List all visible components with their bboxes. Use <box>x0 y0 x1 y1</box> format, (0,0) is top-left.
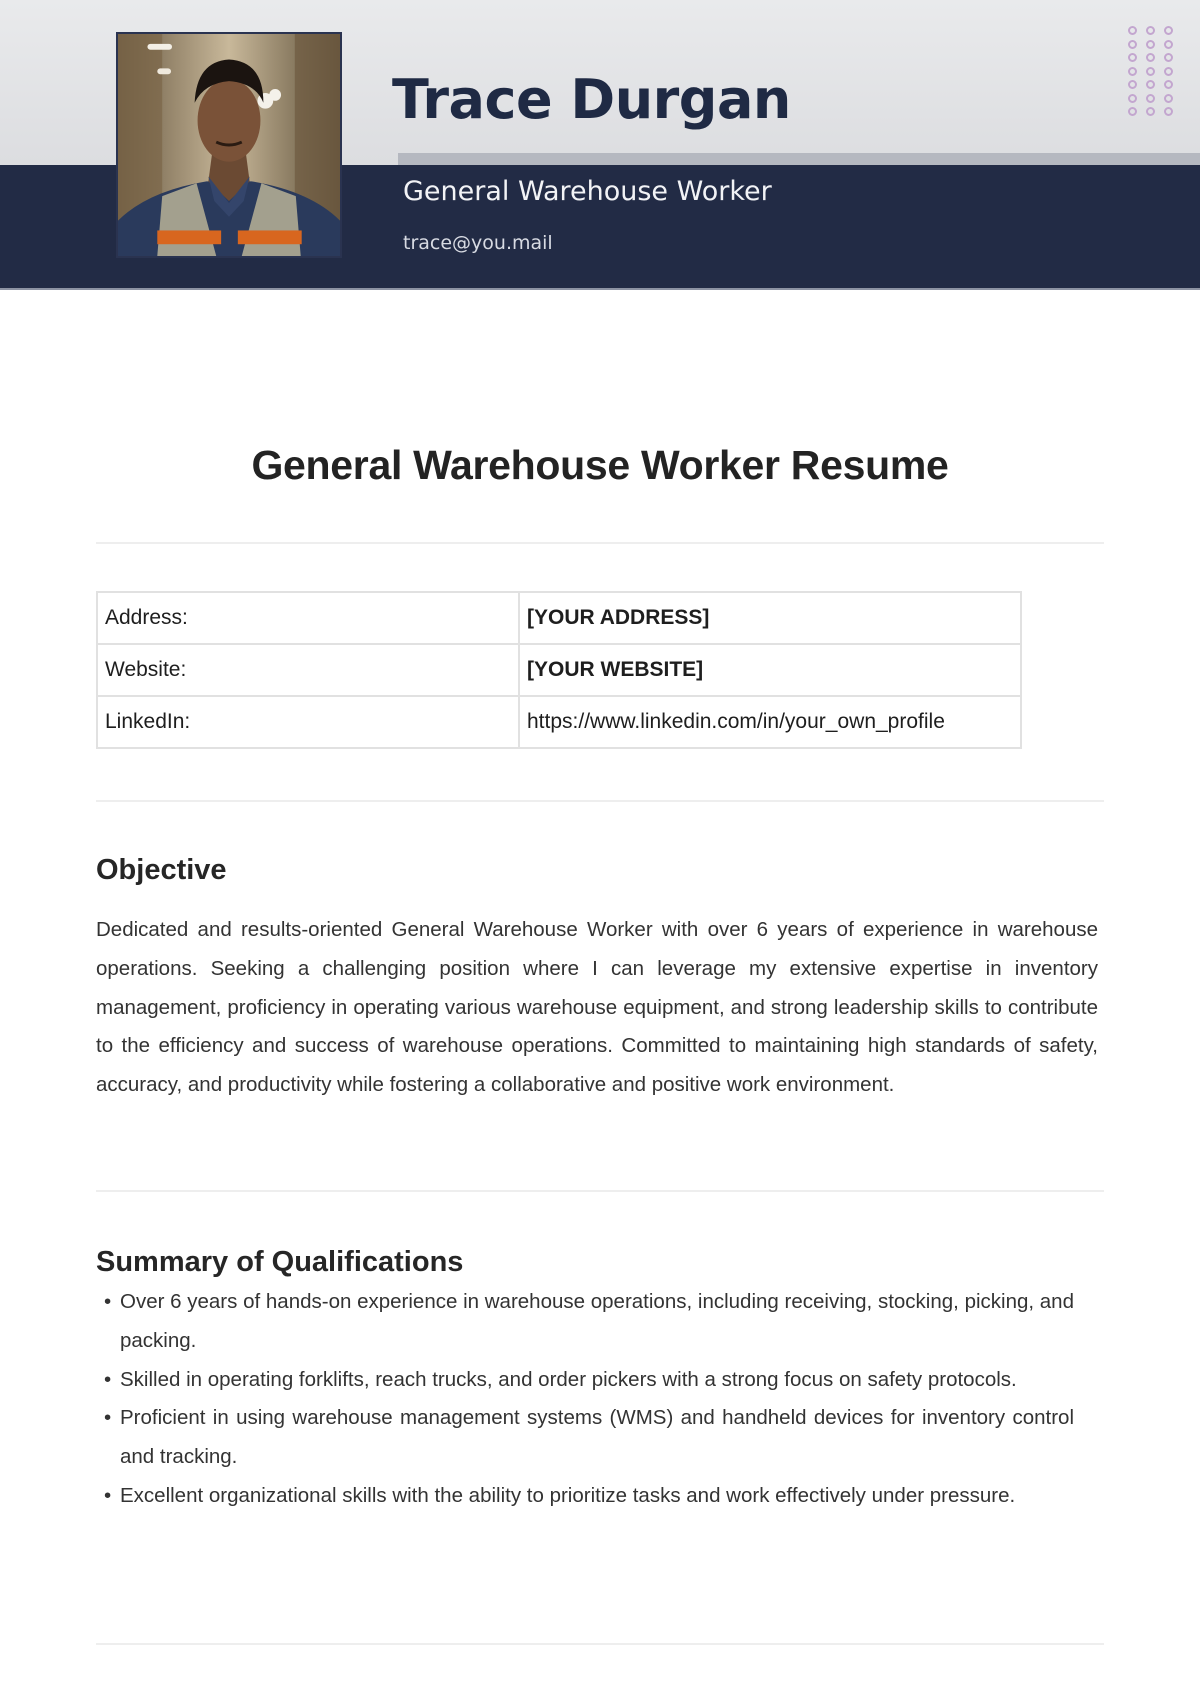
pattern-dot <box>1164 93 1173 103</box>
objective-text: Dedicated and results-oriented General W… <box>96 918 1098 1097</box>
list-item: • Skilled in operating forklifts, reach t… <box>96 1361 1074 1400</box>
objective-heading: Objective <box>96 854 227 886</box>
pattern-dot <box>1128 80 1137 89</box>
table-row: Address: [YOUR ADDRESS] <box>96 591 1022 645</box>
pattern-dot <box>1128 107 1137 116</box>
document-title: General Warehouse Worker Resume <box>251 442 949 488</box>
contact-value-linkedin[interactable]: https://www.linkedin.com/in/your_own_pro… <box>518 695 1022 749</box>
contact-label-address: Address: <box>96 591 520 645</box>
pattern-dot <box>1146 39 1155 49</box>
bullet-icon: • <box>104 1406 112 1430</box>
contact-label-website: Website: <box>96 643 520 697</box>
pattern-dot <box>1128 53 1137 62</box>
divider <box>96 1643 1104 1645</box>
list-item-text: Excellent organizational skills with the… <box>120 1483 1016 1507</box>
contact-value-website: [YOUR WEBSITE] <box>518 643 1022 697</box>
decorative-dot-pattern <box>1128 26 1178 116</box>
candidate-role: General Warehouse Worker <box>403 176 772 207</box>
pattern-dot <box>1128 39 1137 49</box>
contact-label-linkedin: LinkedIn: <box>96 695 520 749</box>
pattern-dot <box>1146 107 1155 116</box>
divider <box>96 542 1104 544</box>
divider <box>96 1190 1104 1192</box>
contact-value-address: [YOUR ADDRESS] <box>518 591 1022 645</box>
list-item: • Over 6 years of hands-on experience in … <box>96 1283 1074 1361</box>
table-row: Website: [YOUR WEBSITE] <box>96 643 1022 697</box>
list-item-text: Skilled in operating forklifts, reach tr… <box>120 1367 1017 1391</box>
pattern-dot <box>1128 66 1137 76</box>
bullet-icon: • <box>104 1483 112 1507</box>
candidate-name: Trace Durgan <box>392 68 791 131</box>
list-item-text: Proficient in using warehouse management… <box>120 1406 1074 1469</box>
pattern-dot <box>1164 26 1173 35</box>
header-accent-strip <box>398 153 1200 165</box>
profile-photo-illustration <box>118 34 340 256</box>
pattern-dot <box>1164 80 1173 89</box>
divider <box>96 800 1104 802</box>
qualifications-heading: Summary of Qualifications <box>96 1246 464 1278</box>
pattern-dot <box>1146 93 1155 103</box>
pattern-dot <box>1128 93 1137 103</box>
bullet-icon: • <box>104 1367 112 1391</box>
pattern-dot <box>1164 66 1173 76</box>
pattern-dot <box>1146 66 1155 76</box>
list-item: • Proficient in using warehouse managemen… <box>96 1399 1074 1477</box>
profile-photo <box>116 32 342 258</box>
list-item-text: Over 6 years of hands-on experience in w… <box>120 1290 1074 1352</box>
bullet-icon: • <box>104 1290 112 1313</box>
table-row: LinkedIn: https://www.linkedin.com/in/yo… <box>96 695 1022 749</box>
pattern-dot <box>1146 80 1155 89</box>
qualifications-list: • Over 6 years of hands-on experience in … <box>96 1283 1074 1516</box>
contact-info-table: Address: [YOUR ADDRESS] Website: [YOUR W… <box>96 591 1022 749</box>
pattern-dot <box>1164 39 1173 49</box>
pattern-dot <box>1128 26 1137 35</box>
list-item: • Excellent organizational skills with th… <box>96 1477 1074 1516</box>
pattern-dot <box>1146 26 1155 35</box>
pattern-dot <box>1164 107 1173 116</box>
candidate-email[interactable]: trace@you.mail <box>403 232 553 254</box>
pattern-dot <box>1164 53 1173 62</box>
pattern-dot <box>1146 53 1155 62</box>
